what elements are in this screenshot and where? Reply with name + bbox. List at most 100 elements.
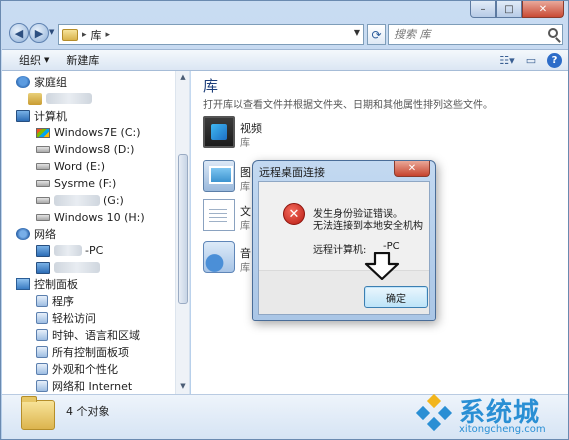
site-watermark: 系统城 xitongcheng.com	[411, 390, 569, 440]
item-count: 4 个对象	[66, 405, 110, 418]
control-panel-items-icon	[36, 345, 48, 358]
sidebar-item-programs[interactable]: 程序	[36, 292, 74, 309]
nav-pane-scrollbar[interactable]: ▲ ▼	[175, 71, 189, 394]
organize-label: 组织	[19, 54, 41, 67]
help-icon[interactable]: ?	[547, 52, 562, 68]
search-input[interactable]	[389, 25, 539, 44]
library-type: 库	[240, 221, 250, 232]
caption-buttons: – □ ✕	[470, 1, 564, 18]
network-icon	[16, 227, 30, 240]
sidebar-item-label: 所有控制面板项	[52, 345, 129, 359]
control-panel-icon	[16, 277, 30, 290]
network-internet-icon	[36, 379, 48, 392]
watermark-url: xitongcheng.com	[459, 424, 546, 435]
redacted-username	[46, 93, 92, 104]
scroll-down-icon[interactable]: ▼	[178, 382, 188, 392]
chevron-down-icon: ▼	[44, 56, 50, 64]
error-icon: ✕	[283, 203, 305, 225]
sidebar-item-label: (G:)	[103, 194, 124, 207]
back-button[interactable]: ◀	[9, 23, 29, 43]
sidebar-item-network-pc-2[interactable]	[36, 259, 103, 276]
library-folder-icon	[62, 28, 78, 41]
navigation-pane: 家庭组 计算机 Windows7E (C:) Windows8 (D:) Wor…	[2, 71, 190, 394]
redacted-drive-name	[54, 195, 100, 206]
dialog-title: 远程桌面连接	[259, 166, 325, 179]
remote-desktop-error-dialog: 远程桌面连接 ✕ ✕ 发生身份验证错误。 无法连接到本地安全机构 远程计算机: …	[252, 160, 436, 321]
sidebar-item-network-pc[interactable]: -PC	[36, 242, 103, 259]
maximize-button[interactable]: □	[496, 1, 522, 18]
sidebar-item-label: 计算机	[34, 109, 67, 123]
sidebar-item-label: 控制面板	[34, 277, 78, 291]
redacted-pc-name	[54, 262, 100, 273]
dialog-close-button[interactable]: ✕	[394, 161, 430, 177]
search-box[interactable]	[388, 24, 563, 45]
sidebar-item-drive-h[interactable]: Windows 10 (H:)	[36, 209, 145, 226]
view-options-icon[interactable]: ☷▾	[499, 52, 515, 68]
sidebar-item-control-panel[interactable]: 控制面板	[16, 275, 78, 292]
forward-button[interactable]: ▶	[29, 23, 49, 43]
error-message-line2: 无法连接到本地安全机构	[313, 221, 423, 232]
sidebar-item-drive-c[interactable]: Windows7E (C:)	[36, 124, 141, 141]
video-library-icon	[203, 116, 235, 148]
drive-icon	[36, 197, 50, 204]
library-folder-icon	[21, 396, 55, 430]
sidebar-item-label: 网络	[34, 227, 56, 241]
sidebar-item-drive-g[interactable]: (G:)	[36, 192, 124, 209]
pictures-library-icon	[203, 160, 235, 192]
breadcrumb-separator-icon[interactable]: ▸	[106, 30, 111, 40]
organize-menu[interactable]: 组织 ▼	[19, 52, 49, 68]
close-button[interactable]: ✕	[522, 1, 564, 18]
breadcrumb-separator-icon[interactable]: ▸	[82, 30, 87, 40]
sidebar-item-drive-e[interactable]: Word (E:)	[36, 158, 105, 175]
library-type: 库	[240, 263, 250, 274]
music-library-icon	[203, 241, 235, 273]
address-bar[interactable]: ▸ 库 ▸ ▼	[58, 24, 364, 45]
sidebar-item-clock-language-region[interactable]: 时钟、语言和区域	[36, 326, 140, 343]
sidebar-item-homegroup[interactable]: 家庭组	[16, 73, 67, 90]
refresh-icon: ⟳	[371, 27, 382, 42]
back-arrow-icon: ◀	[14, 26, 24, 40]
drive-icon	[36, 163, 50, 170]
ok-button[interactable]: 确定	[364, 286, 428, 308]
homegroup-icon	[16, 75, 30, 88]
command-bar: 组织 ▼ 新建库 ☷▾ ▭ ?	[2, 49, 568, 71]
drive-icon	[36, 180, 50, 187]
forward-arrow-icon: ▶	[34, 26, 44, 40]
refresh-button[interactable]: ⟳	[367, 24, 386, 45]
sidebar-item-appearance[interactable]: 外观和个性化	[36, 360, 118, 377]
breadcrumb-library[interactable]: 库	[91, 27, 102, 43]
computer-icon	[36, 261, 50, 274]
sidebar-item-label: Word (E:)	[54, 160, 106, 173]
ease-of-access-icon	[36, 311, 48, 324]
clock-icon	[36, 328, 48, 341]
scroll-up-icon[interactable]: ▲	[178, 73, 188, 83]
sidebar-item-label: 外观和个性化	[52, 362, 118, 376]
down-arrow-annotation-icon	[364, 252, 400, 280]
library-description: 打开库以查看文件并根据文件夹、日期和其他属性排列这些文件。	[203, 100, 493, 111]
sidebar-item-user[interactable]	[28, 90, 95, 107]
dialog-button-area: 确定	[259, 270, 429, 314]
sidebar-item-all-control-panel-items[interactable]: 所有控制面板项	[36, 343, 129, 360]
preview-pane-icon[interactable]: ▭	[523, 52, 539, 68]
computer-icon	[16, 109, 30, 122]
computer-icon	[36, 244, 50, 257]
sidebar-item-label: -PC	[85, 244, 104, 257]
documents-library-icon	[203, 199, 235, 231]
sidebar-item-computer[interactable]: 计算机	[16, 107, 67, 124]
new-library-button[interactable]: 新建库	[66, 52, 99, 68]
sidebar-item-ease-of-access[interactable]: 轻松访问	[36, 309, 96, 326]
sidebar-item-network-internet[interactable]: 网络和 Internet	[36, 377, 132, 394]
scrollbar-thumb[interactable]	[178, 154, 188, 304]
sidebar-item-drive-d[interactable]: Windows8 (D:)	[36, 141, 134, 158]
user-folder-icon	[28, 92, 42, 105]
sidebar-item-label: 家庭组	[34, 75, 67, 89]
sidebar-item-label: Windows 10 (H:)	[54, 211, 145, 224]
sidebar-item-label: Sysrme (F:)	[54, 177, 117, 190]
library-item-videos[interactable]: 视频 库	[203, 116, 403, 152]
sidebar-item-network[interactable]: 网络	[16, 225, 56, 242]
minimize-button[interactable]: –	[470, 1, 496, 18]
drive-icon	[36, 146, 50, 153]
recent-pages-dropdown-icon[interactable]: ▼	[49, 28, 57, 36]
sidebar-item-drive-f[interactable]: Sysrme (F:)	[36, 175, 116, 192]
address-dropdown-icon[interactable]: ▼	[354, 28, 360, 37]
